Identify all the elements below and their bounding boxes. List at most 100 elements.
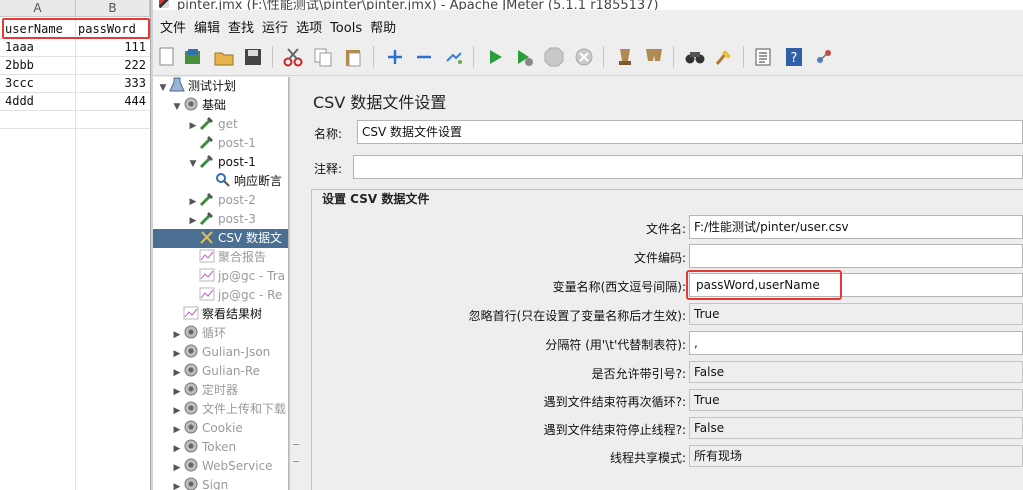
tree-node[interactable]: ▼ post-1: [153, 153, 288, 172]
clear-all-icon[interactable]: [642, 45, 666, 69]
comment-label: 注释:: [314, 162, 343, 176]
delimiter-field[interactable]: ,: [689, 331, 1023, 355]
tree-node[interactable]: ▼ 测试计划: [153, 77, 288, 96]
start-no-pause-icon[interactable]: [512, 45, 536, 69]
share-select[interactable]: 所有现场: [689, 445, 1023, 467]
tree-node[interactable]: ▶ Gulian-Re: [153, 362, 288, 381]
thread-group-icon: [183, 401, 202, 416]
reset-search-icon[interactable]: [712, 45, 736, 69]
tree-node-label: Sign: [202, 478, 229, 490]
tree-node-label: post-1: [218, 136, 256, 150]
search-icon[interactable]: [683, 45, 707, 69]
encoding-field[interactable]: [689, 244, 1023, 268]
thread-group-icon: [183, 477, 202, 490]
tree-node[interactable]: ▶ Cookie: [153, 419, 288, 438]
tree-node[interactable]: 聚合报告: [153, 248, 288, 267]
tree-node[interactable]: ▶ get: [153, 115, 288, 134]
thread-group-icon: [183, 344, 202, 359]
new-icon[interactable]: [155, 45, 179, 69]
clear-icon[interactable]: [613, 45, 637, 69]
filename-field[interactable]: F:/性能测试/pinter/user.csv: [689, 215, 1023, 239]
remote-icon[interactable]: [812, 45, 836, 69]
cell-b4[interactable]: 333: [78, 75, 146, 92]
menu-edit[interactable]: 编辑: [194, 14, 220, 36]
function-helper-icon[interactable]: [751, 45, 775, 69]
menu-help[interactable]: 帮助: [370, 14, 396, 36]
tree-node-label: get: [218, 117, 238, 131]
stop-icon[interactable]: [542, 45, 566, 69]
splitter[interactable]: [289, 77, 302, 490]
menu-file[interactable]: 文件: [160, 14, 186, 36]
quoted-select[interactable]: False: [689, 361, 1023, 383]
column-header-a[interactable]: A: [0, 0, 76, 17]
sampler-icon: [199, 136, 218, 150]
excel-sheet: A B userName passWord 1aaa 111 2bbb 222 …: [0, 0, 150, 490]
menu-search[interactable]: 查找: [228, 14, 254, 36]
sampler-icon: [199, 155, 218, 169]
tree-node-label: 定时器: [202, 383, 239, 397]
sampler-icon: [199, 193, 218, 207]
column-header-b[interactable]: B: [76, 0, 150, 17]
collapsed-toggle-icon[interactable]: ▶: [171, 478, 183, 490]
tree-node-label: Cookie: [202, 421, 243, 435]
tree-node[interactable]: ▶ post-3: [153, 210, 288, 229]
save-icon[interactable]: [241, 45, 265, 69]
tree-node[interactable]: ▶ WebService: [153, 457, 288, 476]
tree-node[interactable]: ▶ 定时器: [153, 381, 288, 400]
stop-select[interactable]: False: [689, 417, 1023, 439]
menu-options[interactable]: 选项: [296, 14, 322, 36]
header-row-highlight: [2, 18, 150, 39]
cell-b2[interactable]: 111: [78, 39, 146, 56]
toggle-icon[interactable]: [442, 45, 466, 69]
paste-icon[interactable]: [341, 45, 365, 69]
test-plan-icon: [169, 77, 188, 93]
cut-icon[interactable]: [281, 45, 305, 69]
tree-node-label: Gulian-Re: [202, 364, 261, 378]
expand-icon[interactable]: [383, 45, 407, 69]
tree-node[interactable]: ▶ Sign: [153, 476, 288, 490]
sampler-icon: [199, 117, 218, 131]
menu-run[interactable]: 运行: [262, 14, 288, 36]
cell-a5[interactable]: 4ddd: [5, 93, 75, 110]
tree-node[interactable]: post-1: [153, 134, 288, 153]
tree-node[interactable]: ▶ post-2: [153, 191, 288, 210]
tree-node[interactable]: ▶ Token: [153, 438, 288, 457]
cell-b3[interactable]: 222: [78, 57, 146, 74]
start-icon[interactable]: [483, 45, 507, 69]
tree-node-label: 文件上传和下载: [202, 402, 287, 416]
tree-node[interactable]: jp@gc - Re: [153, 286, 288, 305]
window-title: pinter.jmx (F:\性能测试\pinter\pinter.jmx) -…: [177, 0, 659, 10]
thread-group-icon: [183, 325, 202, 340]
listener-icon: [183, 306, 202, 321]
cell-a3[interactable]: 2bbb: [5, 57, 75, 74]
tree-node-label: post-1: [218, 155, 256, 169]
stop-label: 遇到文件结束符停止线程?:: [543, 423, 686, 437]
tree-node[interactable]: ▶ 文件上传和下载: [153, 400, 288, 419]
templates-icon[interactable]: [181, 45, 205, 69]
shutdown-icon[interactable]: [572, 45, 596, 69]
tree-node[interactable]: CSV 数据文: [153, 229, 288, 248]
copy-icon[interactable]: [311, 45, 335, 69]
csv-config-panel: CSV 数据文件设置 名称: CSV 数据文件设置 注释: 设置 CSV 数据文…: [303, 77, 1023, 490]
tree-node-label: 聚合报告: [218, 250, 267, 264]
tree-node[interactable]: ▼ 基础: [153, 96, 288, 115]
ignore-first-select[interactable]: True: [689, 303, 1023, 325]
collapse-icon[interactable]: [412, 45, 436, 69]
tree-node[interactable]: jp@gc - Tra: [153, 267, 288, 286]
tree-node[interactable]: ▶ Gulian-Json: [153, 343, 288, 362]
name-field[interactable]: CSV 数据文件设置: [357, 120, 1023, 144]
open-icon[interactable]: [212, 45, 236, 69]
tree-node[interactable]: 响应断言: [153, 172, 288, 191]
cell-a2[interactable]: 1aaa: [5, 39, 75, 56]
menu-tools[interactable]: Tools: [330, 18, 362, 36]
thread-group-icon: [183, 382, 202, 397]
cell-b5[interactable]: 444: [78, 93, 146, 110]
svg-text:?: ?: [791, 51, 798, 66]
cell-a4[interactable]: 3ccc: [5, 75, 75, 92]
tree-node[interactable]: 察看结果树: [153, 305, 288, 324]
comment-field[interactable]: [353, 155, 1023, 179]
help-icon[interactable]: ?: [782, 45, 806, 69]
tree-node[interactable]: ▶ 循环: [153, 324, 288, 343]
recycle-select[interactable]: True: [689, 389, 1023, 411]
tree-node-label: 响应断言: [234, 174, 283, 188]
